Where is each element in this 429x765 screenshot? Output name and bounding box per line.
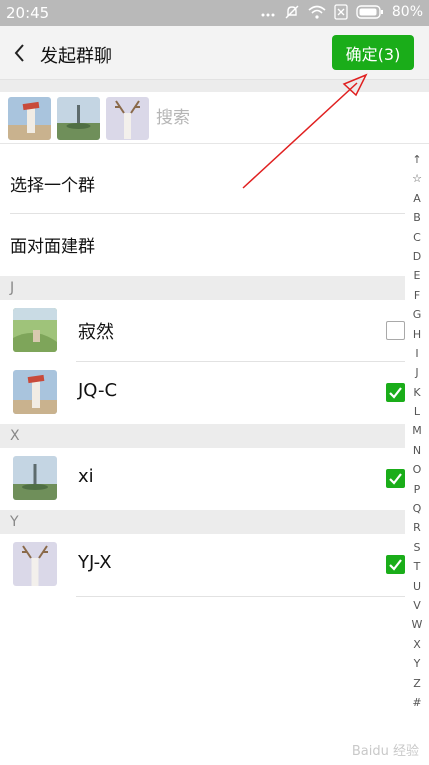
index-item[interactable]: U [405,577,429,596]
battery-percent: 80% [391,4,423,20]
contact-row[interactable]: JQ-C [0,362,405,424]
section-header-y: Y [0,510,405,534]
index-item[interactable]: E [405,266,429,285]
more-dots-icon [260,5,276,19]
index-item[interactable]: F [405,286,429,305]
index-item[interactable]: O [405,460,429,479]
contact-checkbox[interactable] [386,321,405,340]
index-item[interactable]: T [405,557,429,576]
index-item[interactable]: R [405,518,429,537]
contact-name: 寂然 [78,322,114,343]
section-header-x: X [0,424,405,448]
contact-checkbox-checked[interactable] [386,555,405,574]
divider [76,596,405,597]
index-item[interactable]: W [405,615,429,634]
contact-row[interactable]: xi [0,448,405,510]
section-header-j: J [0,276,405,300]
status-time: 20:45 [6,4,50,22]
avatar [13,542,57,586]
select-a-group-option[interactable]: 选择一个群 [0,153,405,213]
contact-row[interactable]: YJ-X [0,534,405,596]
status-bar: 20:45 80% [0,0,429,26]
index-item[interactable]: X [405,635,429,654]
index-item[interactable]: K [405,383,429,402]
battery-icon [356,5,384,19]
index-item[interactable]: M [405,421,429,440]
select-a-group-label: 选择一个群 [10,175,95,196]
watermark: Baidu 经验 [351,744,419,759]
back-arrow-icon[interactable] [8,38,32,68]
contact-row[interactable]: 寂然 [0,300,405,362]
selected-members-search-bar [0,92,429,144]
index-item[interactable]: B [405,208,429,227]
index-item[interactable]: ↑ [405,150,429,169]
avatar [13,370,57,414]
index-item[interactable]: ☆ [405,169,429,188]
checkmark-icon [389,559,402,571]
mute-bell-icon [284,4,300,20]
avatar [13,308,57,352]
selected-avatar-lighthouse[interactable] [8,97,51,140]
index-item[interactable]: G [405,305,429,324]
no-sim-icon [334,4,348,20]
contact-checkbox-checked[interactable] [386,469,405,488]
page-title: 发起群聊 [40,46,112,67]
index-item[interactable]: Z [405,674,429,693]
status-icons: 80% [260,4,423,20]
wifi-icon [308,5,326,19]
checkmark-icon [389,473,402,485]
contact-name: xi [78,466,94,487]
index-item[interactable]: D [405,247,429,266]
index-item[interactable]: V [405,596,429,615]
index-item[interactable]: A [405,189,429,208]
confirm-button[interactable]: 确定(3) [332,35,414,70]
index-item[interactable]: N [405,441,429,460]
header-gap [0,80,429,92]
index-item[interactable]: H [405,325,429,344]
index-item[interactable]: L [405,402,429,421]
face-to-face-group-label: 面对面建群 [10,236,95,257]
selected-avatar-tower[interactable] [57,97,100,140]
contact-name: JQ-C [78,380,118,401]
alphabet-index-bar[interactable]: ↑ ☆ A B C D E F G H I J K L M N O P Q R S T U V W X Y Z # [405,150,429,715]
index-item[interactable]: S [405,538,429,557]
index-item[interactable]: C [405,228,429,247]
avatar [13,456,57,500]
index-item[interactable]: Y [405,654,429,673]
face-to-face-group-option[interactable]: 面对面建群 [0,214,405,274]
selected-avatar-deer[interactable] [106,97,149,140]
index-item[interactable]: # [405,693,429,712]
header: 发起群聊 确定(3) [0,26,429,80]
index-item[interactable]: Q [405,499,429,518]
contact-checkbox-checked[interactable] [386,383,405,402]
index-item[interactable]: I [405,344,429,363]
checkmark-icon [389,387,402,399]
search-input[interactable] [156,104,396,132]
index-item[interactable]: J [405,363,429,382]
contact-name: YJ-X [78,552,112,573]
index-item[interactable]: P [405,480,429,499]
